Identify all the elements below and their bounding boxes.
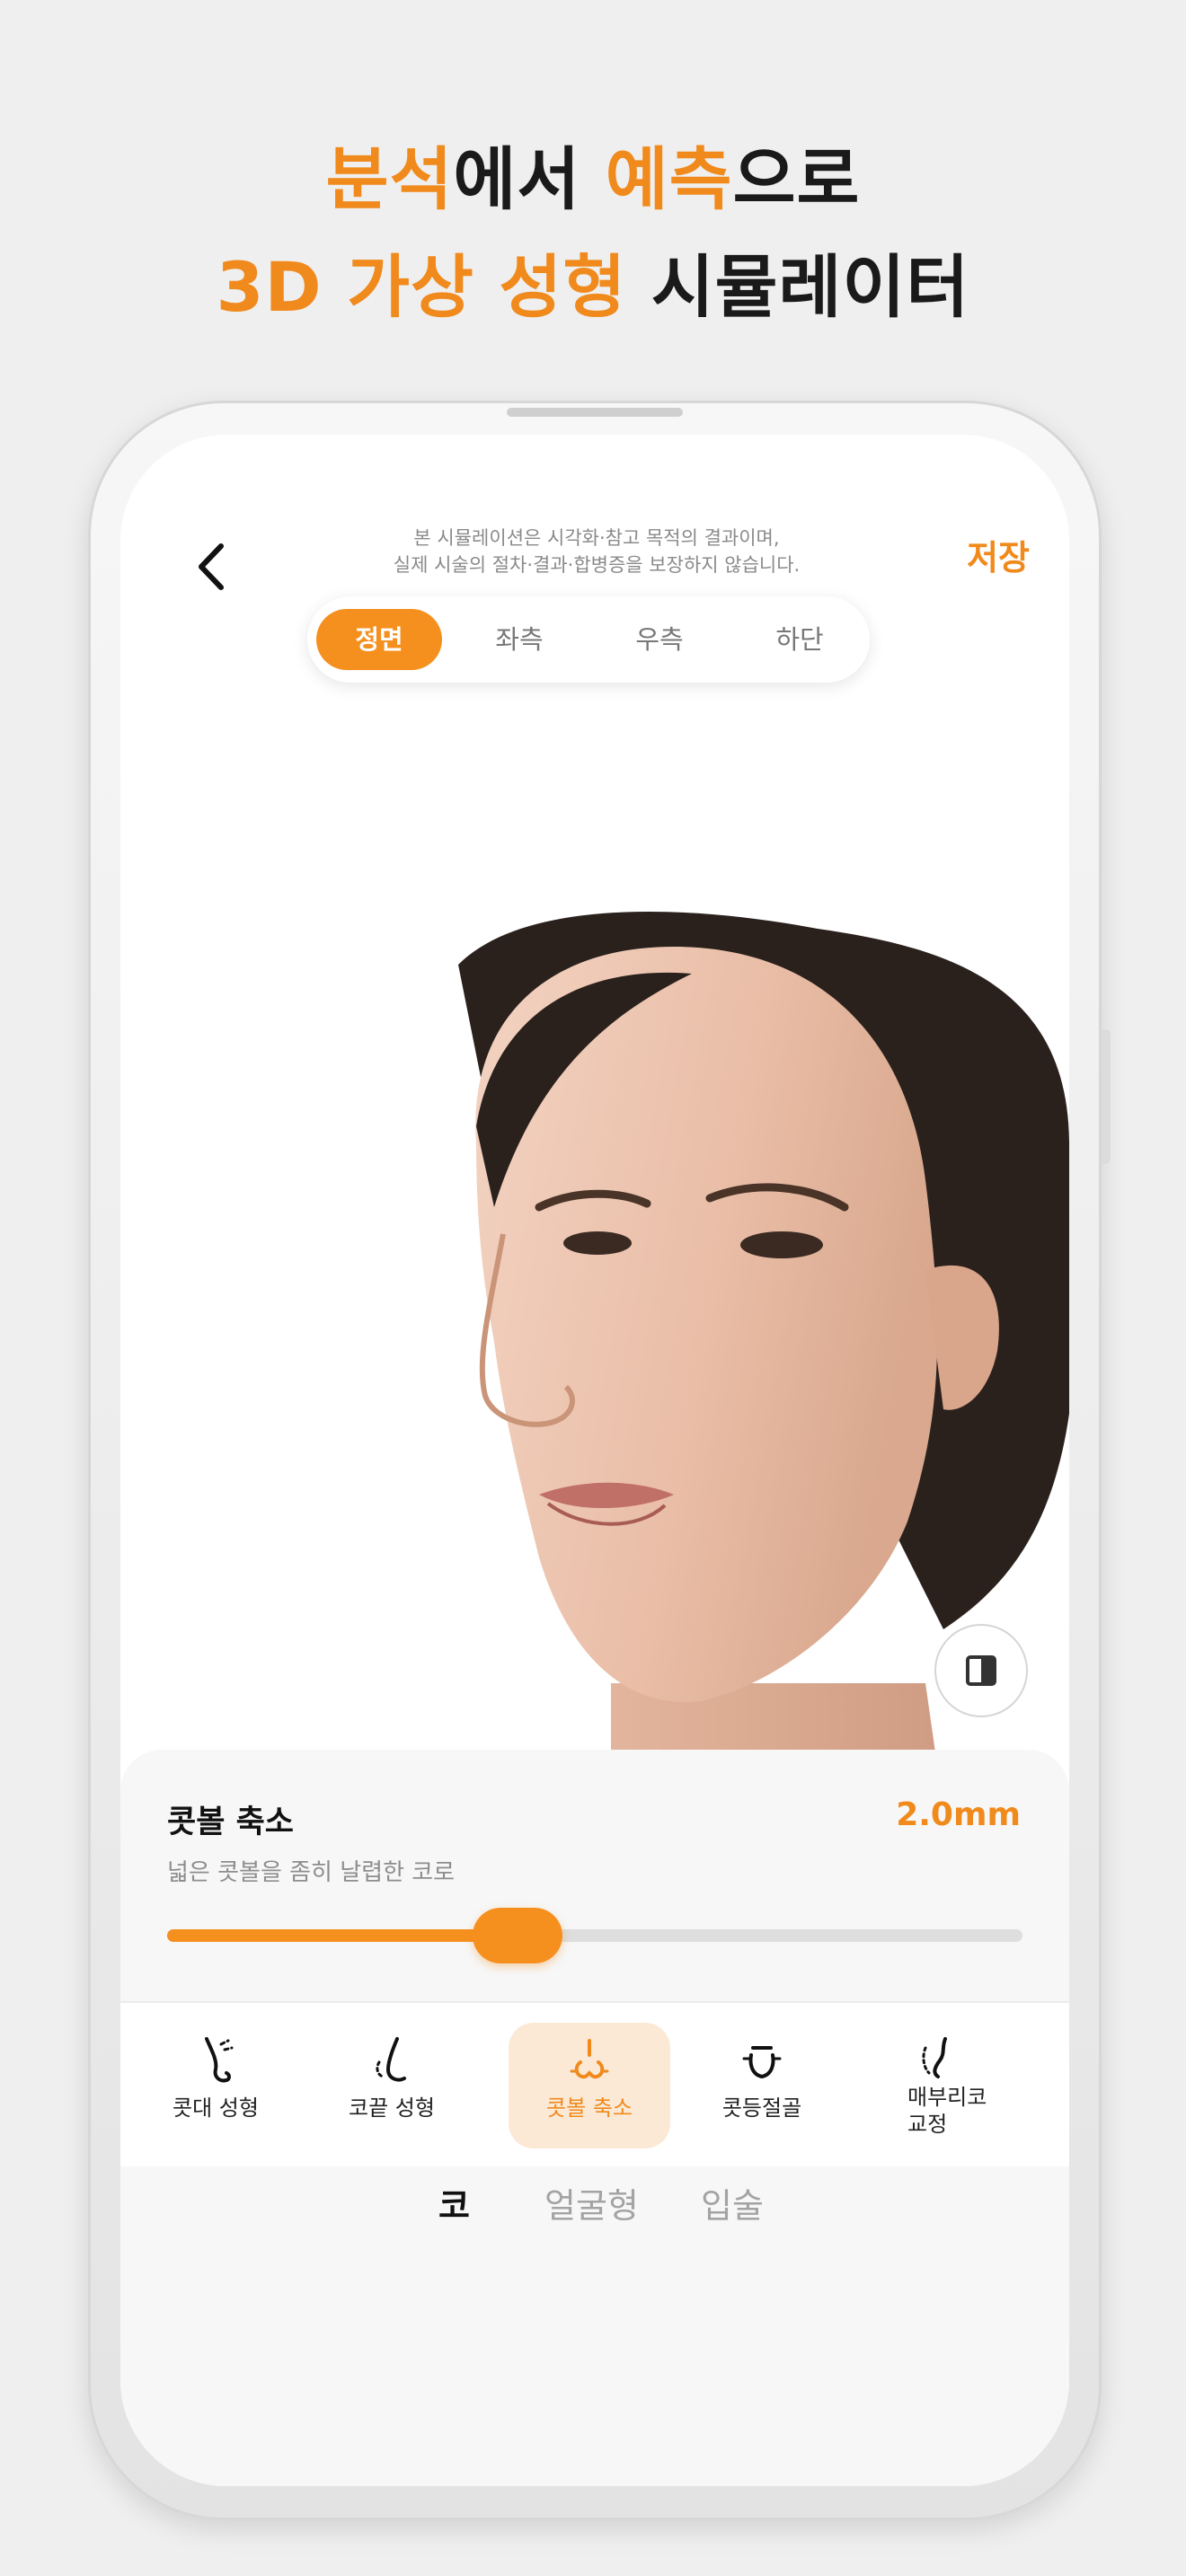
- category-tab-nose[interactable]: 코: [438, 2179, 470, 2233]
- tool-nose-bone[interactable]: 콧등절골: [681, 2023, 843, 2148]
- headline-text: 시뮬레이터: [626, 247, 970, 327]
- compare-toggle-button[interactable]: [934, 1624, 1028, 1717]
- compare-split-icon: [966, 1655, 996, 1686]
- tool-bar: 콧대 성형 코끝 성형 콧볼 축소 콧등절골 매부리코 교정: [120, 2003, 1069, 2166]
- headline-highlight-3d: 3D 가상 성형: [216, 247, 627, 327]
- headline-text: 으로: [732, 139, 861, 219]
- slider-thumb[interactable]: [473, 1908, 562, 1963]
- category-tabs: 코 얼굴형 입술: [120, 2179, 1069, 2269]
- tool-label: 매부리코 교정: [907, 2084, 1042, 2138]
- tab-bottom[interactable]: 하단: [737, 609, 863, 670]
- nose-bridge-icon: [205, 2037, 234, 2083]
- view-tabs: 정면 좌측 우측 하단: [307, 596, 870, 683]
- adjustment-value: 2.0mm: [896, 1796, 1021, 1833]
- tool-label-line: 매부리코: [907, 2085, 987, 2110]
- adjustment-panel: 콧볼 축소 2.0mm 넓은 콧볼을 좀히 날렵한 코로 콧대 성형 코끝 성형…: [120, 1750, 1069, 2486]
- tab-left[interactable]: 좌측: [456, 609, 582, 670]
- tool-hump-nose[interactable]: 매부리코 교정: [855, 2023, 1017, 2148]
- adjustment-slider[interactable]: [167, 1908, 1022, 1963]
- nose-bone-icon: [742, 2046, 782, 2079]
- tool-nose-tip[interactable]: 코끝 성형: [311, 2023, 473, 2148]
- slider-fill: [167, 1929, 518, 1942]
- tool-nose-bridge[interactable]: 콧대 성형: [135, 2023, 296, 2148]
- disclaimer-line: 본 시뮬레이션은 시각화·참고 목적의 결과이며,: [413, 527, 780, 549]
- tool-label-line: 교정: [907, 2112, 948, 2137]
- headline-line-2: 3D 가상 성형 시뮬레이터: [0, 243, 1186, 332]
- app-screen: 본 시뮬레이션은 시각화·참고 목적의 결과이며, 실제 시술의 절차·결과·합…: [120, 435, 1069, 2486]
- tab-front[interactable]: 정면: [316, 609, 442, 670]
- tool-label: 콧대 성형: [173, 2095, 259, 2121]
- nostril-reduction-icon: [570, 2039, 609, 2079]
- tool-nostril-reduction[interactable]: 콧볼 축소: [509, 2023, 670, 2148]
- headline-highlight-analysis: 분석: [325, 139, 454, 219]
- tab-right[interactable]: 우측: [597, 609, 722, 670]
- tool-label: 코끝 성형: [349, 2095, 435, 2121]
- disclaimer: 본 시뮬레이션은 시각화·참고 목적의 결과이며, 실제 시술의 절차·결과·합…: [345, 525, 848, 578]
- adjustment-description: 넓은 콧볼을 좀히 날렵한 코로: [167, 1859, 456, 1886]
- phone-frame: 본 시뮬레이션은 시각화·참고 목적의 결과이며, 실제 시술의 절차·결과·합…: [88, 401, 1111, 2520]
- headline-line-1: 분석에서 예측으로: [0, 135, 1186, 225]
- back-button[interactable]: [185, 535, 239, 598]
- nose-tip-icon: [376, 2037, 406, 2082]
- phone-speaker: [507, 408, 683, 417]
- adjustment-title: 콧볼 축소: [167, 1804, 294, 1840]
- tool-label: 콧등절골: [721, 2095, 802, 2121]
- hump-nose-icon: [922, 2037, 947, 2078]
- tool-label: 콧볼 축소: [546, 2095, 633, 2121]
- chevron-left-icon: [199, 543, 224, 590]
- disclaimer-line: 실제 시술의 절차·결과·합병증을 보장하지 않습니다.: [393, 554, 801, 576]
- save-button[interactable]: 저장: [967, 530, 1030, 579]
- headline-text: 에서: [453, 139, 606, 219]
- category-tab-face-shape[interactable]: 얼굴형: [544, 2179, 639, 2233]
- phone-side-button: [1102, 1029, 1111, 1164]
- category-tab-lips[interactable]: 입술: [701, 2179, 764, 2233]
- headline-highlight-prediction: 예측: [605, 139, 733, 219]
